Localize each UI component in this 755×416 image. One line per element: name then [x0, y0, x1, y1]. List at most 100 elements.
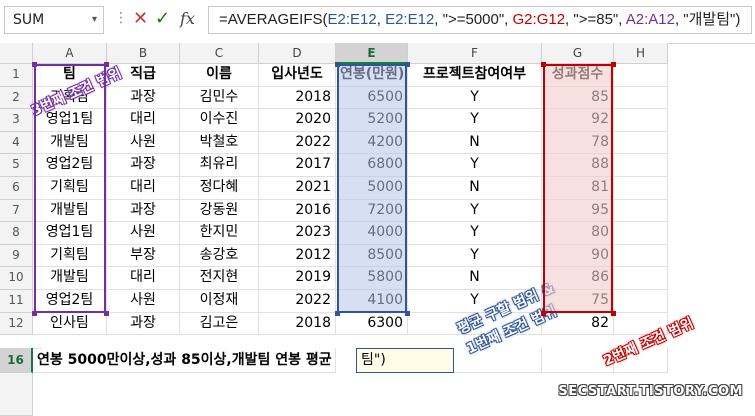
data-cell[interactable]: 기획팀	[33, 244, 107, 268]
column-title-cell[interactable]: 프로젝트참여여부	[408, 64, 542, 87]
data-cell[interactable]: N	[408, 177, 542, 200]
data-cell[interactable]: 5000	[336, 177, 408, 200]
data-cell[interactable]: 개발팀	[33, 199, 107, 223]
data-cell[interactable]: 5800	[336, 267, 408, 290]
data-cell[interactable]: N	[408, 267, 542, 290]
column-title-cell[interactable]	[614, 64, 668, 87]
data-cell[interactable]: 4000	[336, 222, 408, 245]
data-cell[interactable]: 영업2팀	[33, 290, 107, 313]
data-cell[interactable]: 정다혜	[180, 177, 259, 200]
data-cell[interactable]: 4100	[336, 290, 408, 313]
data-cell[interactable]: 과장	[107, 86, 180, 110]
range-resize-handle[interactable]	[541, 310, 546, 316]
data-cell[interactable]: 개발팀	[33, 131, 107, 155]
column-title-cell[interactable]: 성과점수	[542, 64, 614, 87]
data-cell[interactable]: 박철호	[180, 131, 259, 155]
data-cell[interactable]: 7200	[336, 199, 408, 223]
data-cell[interactable]: 2022	[259, 290, 336, 313]
data-cell[interactable]: 최유리	[180, 154, 259, 177]
range-resize-handle[interactable]	[104, 62, 109, 67]
data-cell[interactable]: 김민수	[180, 86, 259, 110]
data-cell[interactable]: Y	[408, 244, 542, 268]
range-resize-handle[interactable]	[611, 310, 616, 316]
data-cell[interactable]	[614, 244, 668, 268]
data-cell[interactable]	[614, 177, 668, 200]
range-resize-handle[interactable]	[541, 62, 546, 67]
data-cell[interactable]	[614, 267, 668, 290]
data-cell[interactable]: 95	[542, 199, 614, 223]
data-cell[interactable]: 전지현	[180, 267, 259, 290]
column-title-cell[interactable]: 연봉(만원)	[336, 64, 408, 87]
data-cell[interactable]: 6800	[336, 154, 408, 177]
data-cell[interactable]: 2012	[259, 244, 336, 268]
data-cell[interactable]	[614, 222, 668, 245]
data-cell[interactable]: 2016	[259, 199, 336, 223]
column-header-b[interactable]: B	[107, 43, 180, 64]
data-cell[interactable]	[614, 86, 668, 110]
data-cell[interactable]: 이정재	[180, 290, 259, 313]
row-header-16[interactable]: 16	[0, 348, 33, 373]
range-resize-handle[interactable]	[611, 62, 616, 67]
data-cell[interactable]: 2017	[259, 154, 336, 177]
data-cell[interactable]: 김고은	[180, 312, 259, 336]
range-resize-handle[interactable]	[335, 310, 340, 316]
row-header-8[interactable]: 8	[0, 222, 33, 245]
drag-handle-icon[interactable]: ⋮	[114, 10, 128, 32]
row-header-1[interactable]: 1	[0, 64, 33, 87]
column-header-d[interactable]: D	[259, 43, 336, 64]
formula-input[interactable]: =AVERAGEIFS(E2:E12, E2:E12, ">=5000", G2…	[208, 6, 752, 34]
column-header-g[interactable]: G	[542, 43, 614, 64]
chevron-down-icon[interactable]: ▾	[92, 7, 97, 33]
data-cell[interactable]: N	[408, 131, 542, 155]
data-cell[interactable]: 85	[542, 86, 614, 110]
select-all-corner[interactable]	[0, 43, 33, 64]
data-cell[interactable]	[614, 109, 668, 132]
data-cell[interactable]: 강동원	[180, 199, 259, 223]
row-header-9[interactable]: 9	[0, 244, 33, 268]
column-header-f[interactable]: F	[408, 43, 542, 64]
data-cell[interactable]: 대리	[107, 177, 180, 200]
data-cell[interactable]	[614, 199, 668, 223]
data-cell[interactable]: 과장	[107, 199, 180, 223]
data-cell[interactable]: Y	[408, 222, 542, 245]
data-cell[interactable]: 기획팀	[33, 177, 107, 200]
data-cell[interactable]: Y	[408, 109, 542, 132]
data-cell[interactable]: 영업2팀	[33, 154, 107, 177]
data-cell[interactable]: 2020	[259, 109, 336, 132]
row-header-10[interactable]: 10	[0, 267, 33, 290]
row-header-4[interactable]: 4	[0, 131, 33, 155]
data-cell[interactable]: 대리	[107, 267, 180, 290]
insert-function-icon[interactable]: fx	[180, 8, 195, 30]
range-resize-handle[interactable]	[335, 62, 340, 67]
data-cell[interactable]: 90	[542, 244, 614, 268]
column-header-e[interactable]: E	[336, 43, 408, 64]
range-resize-handle[interactable]	[32, 310, 37, 316]
data-cell[interactable]: 6500	[336, 86, 408, 110]
data-cell[interactable]: 영업1팀	[33, 222, 107, 245]
row-header-12[interactable]: 12	[0, 312, 33, 336]
data-cell[interactable]: 88	[542, 154, 614, 177]
data-cell[interactable]: 과장	[107, 154, 180, 177]
data-cell[interactable]	[614, 154, 668, 177]
data-cell[interactable]: Y	[408, 199, 542, 223]
data-cell[interactable]	[614, 290, 668, 313]
data-cell[interactable]: 81	[542, 177, 614, 200]
data-cell[interactable]: 8500	[336, 244, 408, 268]
name-box[interactable]: SUM ▾	[4, 6, 104, 34]
data-cell[interactable]: 사원	[107, 222, 180, 245]
column-header-c[interactable]: C	[180, 43, 259, 64]
enter-check-icon[interactable]: ✓	[155, 8, 170, 30]
data-cell[interactable]: 78	[542, 131, 614, 155]
data-cell[interactable]: 80	[542, 222, 614, 245]
column-header-a[interactable]: A	[33, 43, 107, 64]
range-resize-handle[interactable]	[32, 62, 37, 67]
data-cell[interactable]: 사원	[107, 131, 180, 155]
data-cell[interactable]: 5200	[336, 109, 408, 132]
row-header-2[interactable]: 2	[0, 86, 33, 110]
column-title-cell[interactable]: 입사년도	[259, 64, 336, 87]
data-cell[interactable]: 대리	[107, 109, 180, 132]
cancel-icon[interactable]: ✕	[133, 8, 148, 30]
data-cell[interactable]: 4200	[336, 131, 408, 155]
data-cell[interactable]: 사원	[107, 290, 180, 313]
column-title-cell[interactable]: 이름	[180, 64, 259, 87]
